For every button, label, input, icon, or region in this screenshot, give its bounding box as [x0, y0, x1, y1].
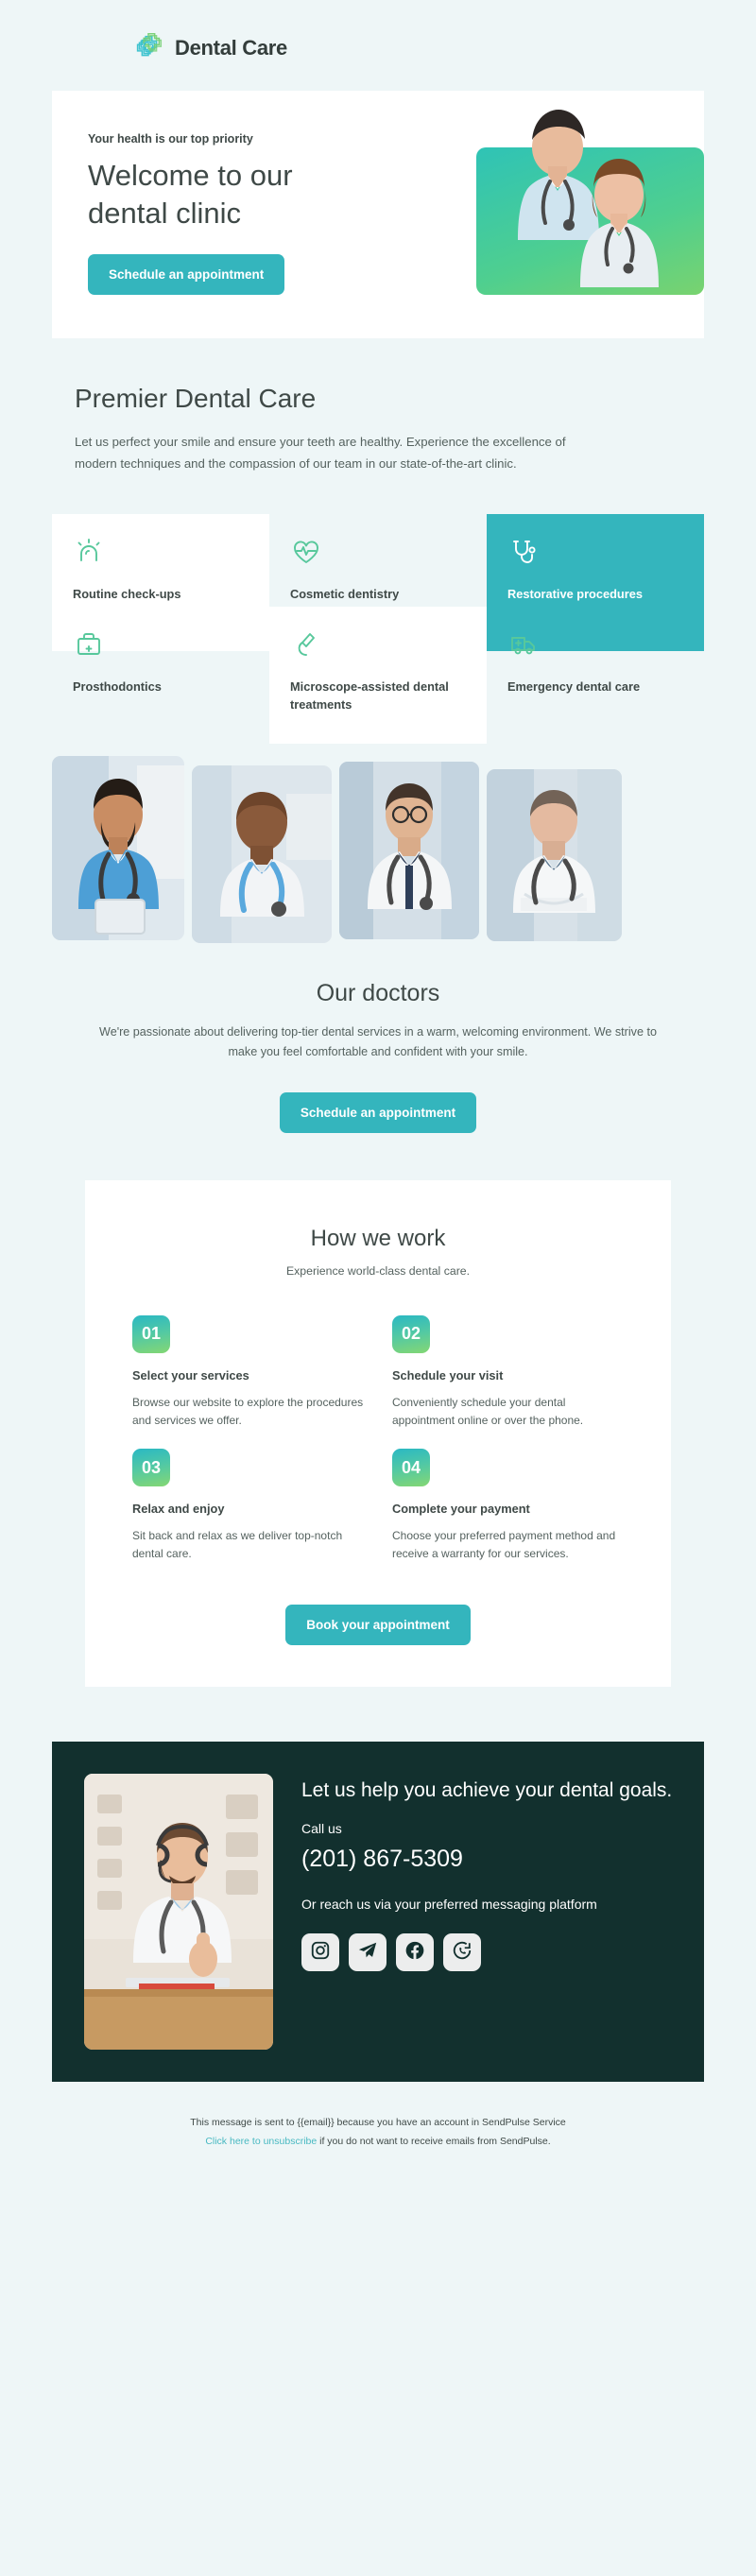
service-label: Routine check-ups — [73, 587, 181, 602]
contact-section: Let us help you achieve your dental goal… — [52, 1742, 704, 2083]
ambulance-icon — [507, 627, 683, 661]
facebook-icon — [404, 1940, 425, 1966]
our-doctors-cta-wrap: Schedule an appointment — [52, 1091, 704, 1133]
footer-line-1: This message is sent to {{email}} becaus… — [190, 2117, 566, 2129]
dental-cross-logo-icon — [130, 30, 166, 66]
step-title: Complete your payment — [392, 1502, 530, 1517]
medical-case-icon — [73, 627, 249, 661]
hero-section: Your health is our top priority Welcome … — [52, 91, 704, 338]
brand-header: Dental Care — [0, 0, 756, 91]
hero-image — [437, 91, 704, 338]
service-label: Cosmetic dentistry — [290, 587, 400, 602]
step-title: Relax and enjoy — [132, 1502, 225, 1517]
step-number-badge: 04 — [392, 1449, 430, 1487]
step-description: Sit back and relax as we deliver top-not… — [132, 1529, 343, 1561]
doctors-schedule-appointment-button[interactable]: Schedule an appointment — [279, 1091, 477, 1133]
hero-title-line2: dental clinic — [88, 196, 241, 230]
instagram-icon — [310, 1940, 331, 1966]
email-page: Dental Care Your health is our top prior… — [0, 0, 756, 2211]
phone-number[interactable]: (201) 867-5309 — [301, 1846, 672, 1873]
doctor-photo-strip — [52, 752, 704, 946]
step-title: Select your services — [132, 1367, 249, 1382]
services-grid: Routine check-ups Cosmetic dentistry Res… — [52, 514, 704, 745]
step-number-badge: 02 — [392, 1314, 430, 1353]
unsubscribe-link[interactable]: Click here to unsubscribe — [205, 2136, 317, 2147]
tooth-lamp-icon — [73, 535, 249, 569]
service-label: Restorative procedures — [507, 587, 643, 602]
step-item: 03 Relax and enjoy Sit back and relax as… — [132, 1449, 364, 1563]
hero-kicker: Your health is our top priority — [88, 132, 253, 146]
service-card-microscope-assisted[interactable]: Microscope-assisted dental treatments — [269, 607, 487, 745]
doctor-photo — [192, 765, 332, 944]
book-your-appointment-button[interactable]: Book your appointment — [285, 1605, 471, 1646]
messaging-text: Or reach us via your preferred messaging… — [301, 1897, 597, 1913]
step-title: Schedule your visit — [392, 1367, 504, 1382]
how-we-work-subtitle: Experience world-class dental care. — [285, 1263, 471, 1278]
whatsapp-icon — [452, 1940, 472, 1966]
contact-heading: Let us help you achieve your dental goal… — [301, 1779, 673, 1802]
telegram-icon — [357, 1940, 378, 1966]
premier-title: Premier Dental Care — [75, 384, 317, 413]
our-doctors-section: Our doctors We're passionate about deliv… — [52, 980, 704, 1133]
hero-doctors-illustration — [518, 110, 659, 287]
doctor-photo-4 — [487, 769, 622, 942]
doctor-photo — [339, 762, 479, 940]
contact-photo — [84, 1774, 273, 2051]
facebook-link[interactable] — [396, 1933, 434, 1972]
how-we-work-section: How we work Experience world-class denta… — [85, 1179, 671, 1688]
hero-title-line1: Welcome to our — [88, 159, 293, 192]
doctor-photo-3 — [339, 762, 479, 940]
footer: This message is sent to {{email}} becaus… — [52, 2114, 704, 2208]
service-label: Microscope-assisted dental treatments — [290, 679, 449, 712]
microscope-icon — [290, 627, 466, 661]
social-links — [301, 1933, 672, 1972]
premier-section: Premier Dental Care Let us perfect your … — [52, 384, 704, 474]
doctor-photo-2 — [192, 765, 332, 944]
footer-line-2-rest: if you do not want to receive emails fro… — [317, 2136, 551, 2148]
hero-schedule-appointment-button[interactable]: Schedule an appointment — [88, 254, 285, 296]
doctor-photo — [52, 756, 184, 941]
doctor-photo — [487, 769, 622, 942]
stethoscope-icon — [507, 535, 683, 569]
how-we-work-title: How we work — [310, 1225, 446, 1251]
steps-grid: 01 Select your services Browse our websi… — [85, 1314, 671, 1564]
our-doctors-title: Our doctors — [316, 980, 440, 1007]
heart-pulse-icon — [290, 535, 466, 569]
contact-copy: Let us help you achieve your dental goal… — [301, 1774, 673, 1972]
service-label: Prosthodontics — [73, 679, 162, 695]
service-card-prosthodontics[interactable]: Prosthodontics — [52, 607, 269, 744]
whatsapp-link[interactable] — [443, 1933, 481, 1972]
step-item: 02 Schedule your visit Conveniently sche… — [392, 1314, 624, 1430]
hero-copy: Your health is our top priority Welcome … — [52, 91, 383, 338]
instagram-link[interactable] — [301, 1933, 339, 1972]
step-description: Conveniently schedule your dental appoin… — [392, 1395, 584, 1427]
our-doctors-description: We're passionate about delivering top-ti… — [99, 1025, 657, 1058]
how-we-work-cta-wrap: Book your appointment — [85, 1605, 671, 1646]
step-item: 04 Complete your payment Choose your pre… — [392, 1449, 624, 1563]
logo-lockup[interactable]: Dental Care — [52, 30, 704, 66]
service-label: Emergency dental care — [507, 679, 641, 695]
call-us-label: Call us — [301, 1821, 342, 1837]
brand-name: Dental Care — [175, 36, 287, 60]
step-number-badge: 03 — [132, 1449, 170, 1487]
step-item: 01 Select your services Browse our websi… — [132, 1314, 364, 1430]
hero-title: Welcome to our dental clinic — [88, 157, 383, 232]
premier-description: Let us perfect your smile and ensure you… — [75, 435, 566, 472]
step-number-badge: 01 — [132, 1314, 170, 1353]
footer-line-2: Click here to unsubscribe if you do not … — [52, 2133, 704, 2152]
step-description: Browse our website to explore the proced… — [132, 1395, 364, 1427]
doctor-photo-1 — [52, 756, 184, 941]
telegram-link[interactable] — [349, 1933, 387, 1972]
service-card-emergency-dental-care[interactable]: Emergency dental care — [487, 607, 704, 744]
contact-doctor-illustration — [84, 1774, 273, 2051]
step-description: Choose your preferred payment method and… — [392, 1529, 616, 1561]
